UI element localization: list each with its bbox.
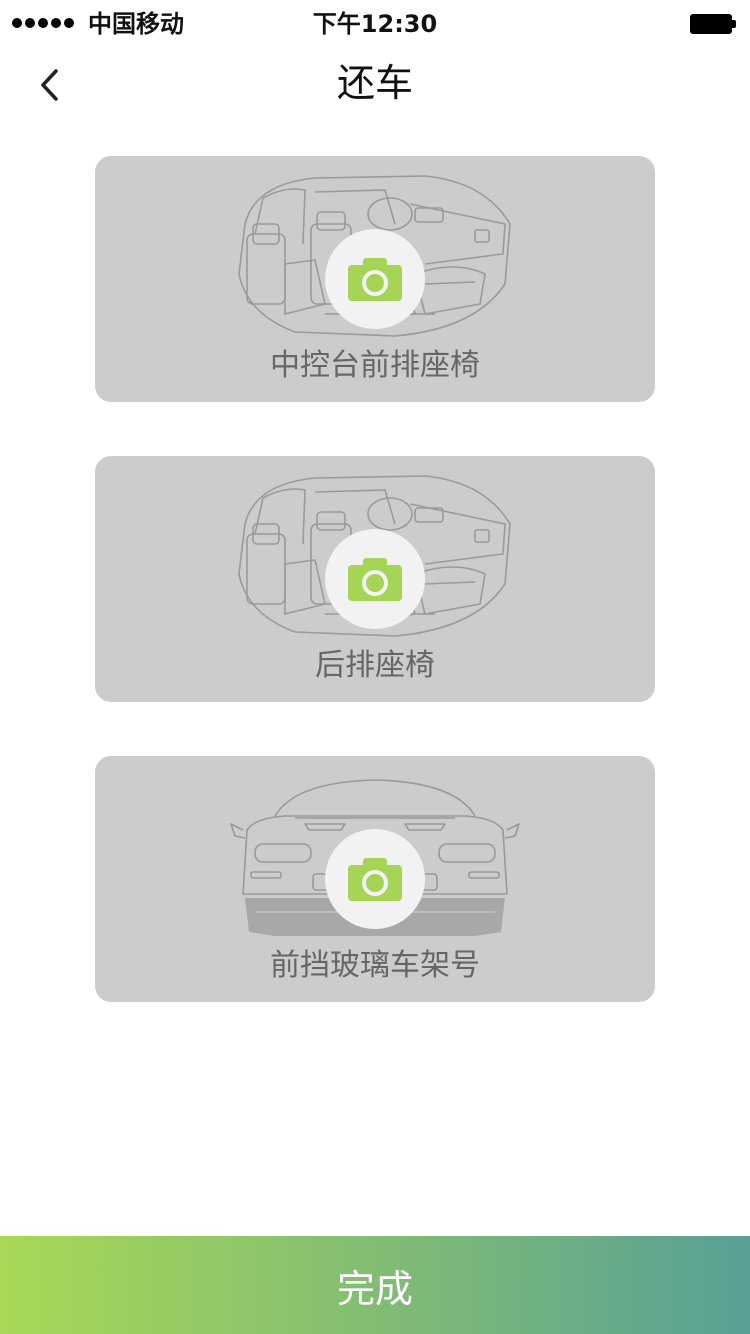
camera-icon [348,858,402,901]
card-label: 前挡玻璃车架号 [270,948,480,983]
photo-card-rear-seats[interactable]: 后排座椅 [95,456,655,702]
done-button[interactable]: 完成 [0,1236,750,1334]
status-bar: 中国移动 下午12:30 [0,0,750,50]
battery-icon [690,14,736,34]
camera-button[interactable] [325,529,425,629]
camera-button[interactable] [325,229,425,329]
nav-bar: 还车 [0,50,750,120]
photo-card-front-interior[interactable]: 中控台前排座椅 [95,156,655,402]
camera-icon [348,558,402,601]
photo-card-windshield-vin[interactable]: 前挡玻璃车架号 [95,756,655,1002]
status-time: 下午12:30 [312,10,438,38]
page-title: 还车 [336,61,413,105]
camera-button[interactable] [325,829,425,929]
card-label: 后排座椅 [315,648,435,683]
card-label: 中控台前排座椅 [270,348,480,383]
camera-icon [348,258,402,301]
